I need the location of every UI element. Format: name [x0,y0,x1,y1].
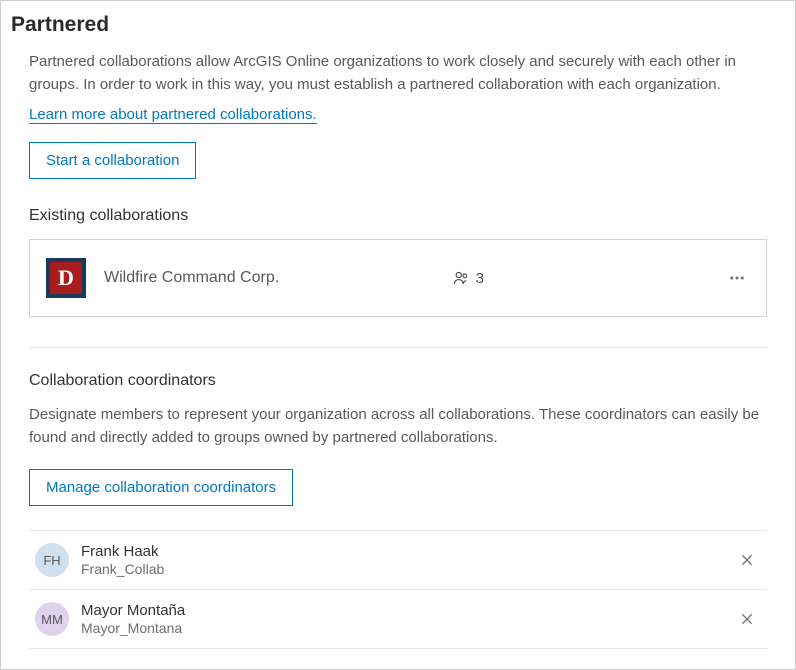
remove-coordinator-button[interactable] [733,605,761,633]
member-count-value: 3 [476,270,484,287]
coordinators-list: FH Frank Haak Frank_Collab MM Mayor Mont… [29,530,767,649]
close-icon [739,552,755,568]
page-title: Partnered [11,13,767,37]
coordinator-username: Mayor_Montana [81,620,733,636]
section-divider [29,347,767,348]
coordinator-name: Mayor Montaña [81,602,733,619]
coordinator-row: FH Frank Haak Frank_Collab [29,530,767,589]
ellipsis-icon [728,269,746,287]
start-collaboration-button[interactable]: Start a collaboration [29,142,196,179]
coordinator-row: MM Mayor Montaña Mayor_Montana [29,589,767,649]
collaboration-name: Wildfire Command Corp. [104,269,452,287]
coordinators-description: Designate members to represent your orga… [29,404,767,449]
close-icon [739,611,755,627]
existing-collaborations-heading: Existing collaborations [29,207,767,225]
avatar: MM [35,602,69,636]
coordinator-name: Frank Haak [81,543,733,560]
more-options-button[interactable] [724,265,750,291]
member-count: 3 [452,269,484,287]
learn-more-link[interactable]: Learn more about partnered collaboration… [29,106,317,124]
collaboration-card[interactable]: D Wildfire Command Corp. 3 [29,239,767,317]
org-logo: D [46,258,86,298]
coordinators-heading: Collaboration coordinators [29,372,767,390]
remove-coordinator-button[interactable] [733,546,761,574]
avatar: FH [35,543,69,577]
intro-text: Partnered collaborations allow ArcGIS On… [29,51,767,96]
members-icon [452,269,470,287]
manage-coordinators-button[interactable]: Manage collaboration coordinators [29,469,293,506]
coordinator-username: Frank_Collab [81,561,733,577]
